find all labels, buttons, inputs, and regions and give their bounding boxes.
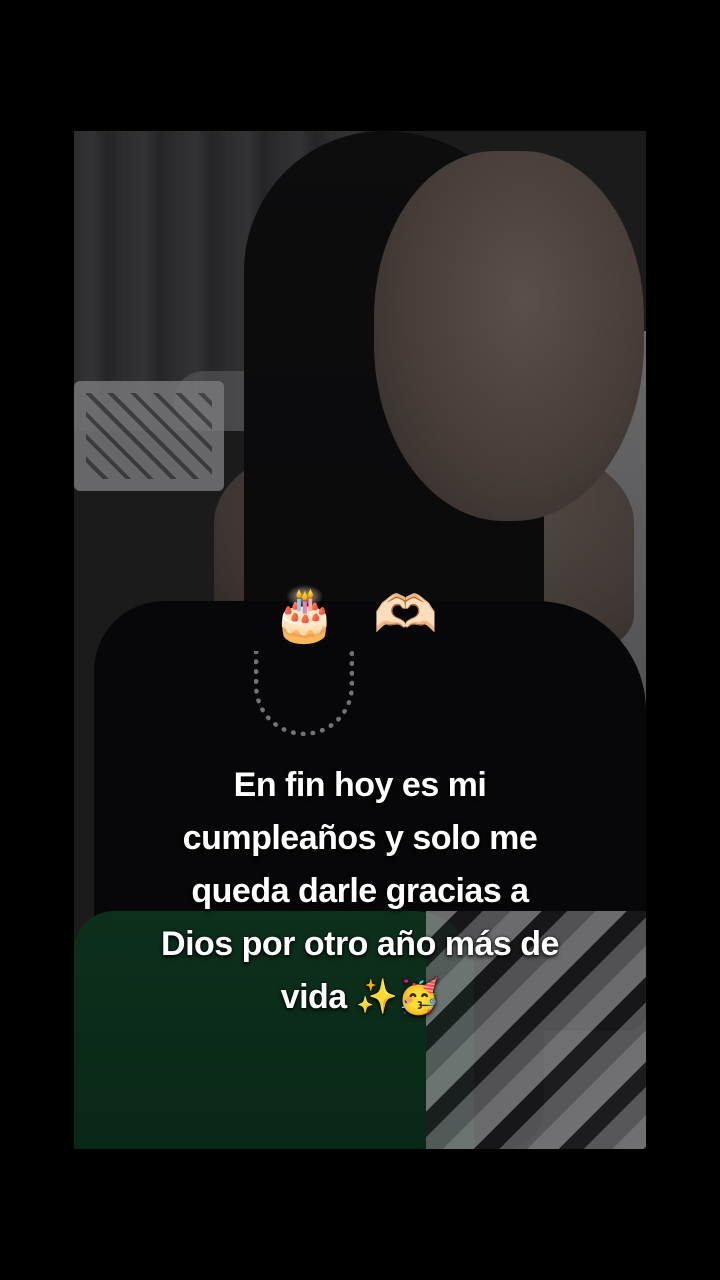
emoji-sticker-row: 🎂 🫶🏻 — [271, 585, 449, 645]
caption-line: queda darle gracias a — [191, 872, 529, 910]
caption-line: vida ✨🥳 — [280, 978, 440, 1016]
caption-line: cumpleaños y solo me — [182, 819, 538, 857]
caption-line: En fin hoy es mi — [233, 766, 487, 804]
video-frame[interactable]: 🎂 🫶🏻 En fin hoy es mi cumpleaños y solo … — [74, 131, 646, 1149]
caption-text: En fin hoy es mi cumpleaños y solo me qu… — [104, 759, 616, 1024]
screen: 🎂 🫶🏻 En fin hoy es mi cumpleaños y solo … — [0, 0, 720, 1280]
caption-line: Dios por otro año más de — [161, 925, 559, 963]
